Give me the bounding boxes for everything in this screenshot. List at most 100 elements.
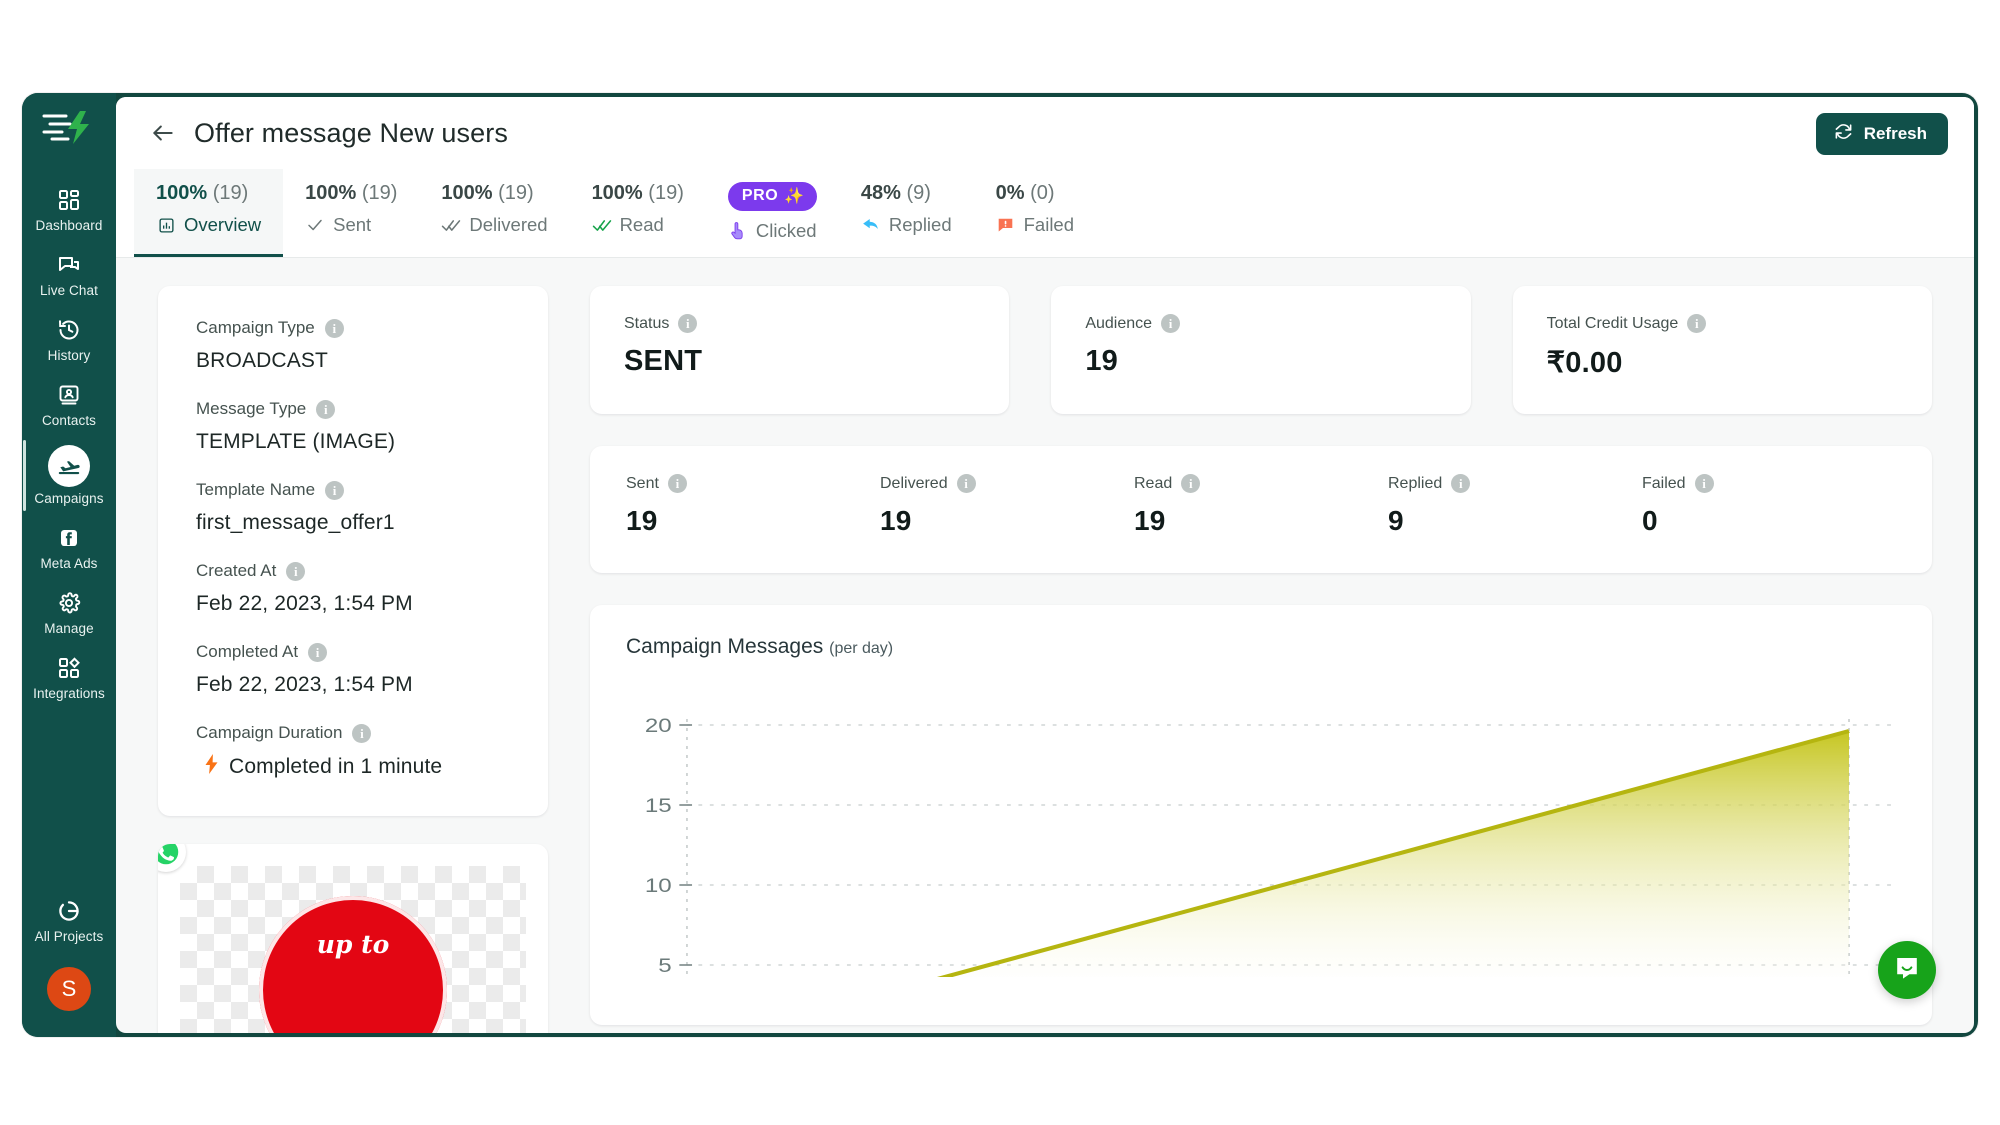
chat-bubbles-icon (55, 251, 83, 279)
stat-value: 19 (1085, 345, 1118, 377)
info-value: TEMPLATE (IMAGE) (196, 430, 396, 453)
tab-sent[interactable]: 100% (19) Sent (283, 169, 419, 257)
chat-launcher-button[interactable] (1878, 941, 1936, 999)
offer-upto-text: up to (316, 930, 390, 959)
sidebar-item-manage[interactable]: Manage (22, 580, 116, 645)
metric-label-text: Sent (626, 474, 659, 492)
right-column: Status i SENT Audience i 19 Total Credit… (590, 286, 1932, 1033)
history-clock-icon (55, 316, 83, 344)
gear-icon (55, 589, 83, 617)
tabbar: 100% (19) Overview 100% (19) Sent 100% (… (116, 169, 1974, 258)
metrics-card: Sent i 19 Delivered i 19 Read i 19 Repli… (590, 446, 1932, 573)
sidebar-item-all-projects[interactable]: All Projects (22, 888, 116, 953)
info-tooltip-icon[interactable]: i (352, 723, 372, 743)
tab-percent: 100% (156, 182, 208, 204)
lightning-bolt-icon (204, 754, 219, 780)
tab-metric: 0% (0) (996, 182, 1077, 205)
info-tooltip-icon[interactable]: i (1181, 474, 1201, 493)
stat-card-row: Status i SENT Audience i 19 Total Credit… (590, 286, 1932, 414)
intercom-chat-icon (1893, 954, 1921, 987)
sidebar-item-campaigns[interactable]: Campaigns (22, 436, 116, 515)
info-tooltip-icon[interactable]: i (1687, 314, 1707, 333)
info-value: Completed in 1 minute (229, 755, 443, 778)
page-title: Offer message New users (194, 117, 508, 148)
tab-clicked[interactable]: PRO ✨ Clicked (706, 169, 839, 257)
info-tooltip-icon[interactable]: i (325, 480, 345, 500)
info-tooltip-icon[interactable]: i (286, 561, 306, 581)
left-column: Campaign Type i BROADCAST Message Type i… (158, 286, 548, 1033)
sidebar-item-label: Dashboard (35, 218, 103, 233)
sidebar-item-dashboard[interactable]: Dashboard (22, 177, 116, 242)
info-tooltip-icon[interactable]: i (667, 474, 687, 493)
projects-ring-icon (55, 897, 83, 925)
arrow-left-icon[interactable] (148, 118, 178, 148)
info-label-text: Message Type (196, 399, 307, 418)
avatar[interactable]: S (47, 967, 91, 1011)
info-value: Feb 22, 2023, 1:54 PM (196, 592, 413, 615)
info-tooltip-icon[interactable]: i (308, 642, 328, 662)
sparkles-icon: ✨ (784, 188, 805, 205)
info-tooltip-icon[interactable]: i (324, 318, 344, 338)
tab-replied[interactable]: 48% (9) Replied (839, 169, 974, 257)
tab-percent: 100% (591, 182, 643, 204)
metric-read: Read i 19 (1134, 474, 1388, 537)
app-window: Dashboard Live Chat History Contacts Cam… (22, 93, 1978, 1037)
sidebar-item-label: All Projects (34, 929, 104, 945)
tab-count: (19) (648, 182, 684, 204)
info-row-message-type: Message Type i TEMPLATE (IMAGE) (196, 399, 510, 454)
tab-label: Overview (184, 214, 262, 235)
chart-plot-area: 20 15 10 5 (626, 717, 1896, 977)
page-header: Offer message New users Refresh (116, 97, 1974, 169)
stat-label-text: Total Credit Usage (1546, 314, 1679, 332)
chart-bar-icon (156, 217, 176, 234)
sidebar-item-live-chat[interactable]: Live Chat (22, 242, 116, 307)
tab-percent: 100% (305, 182, 357, 204)
y-tick-label: 10 (645, 875, 672, 897)
sidebar-item-history[interactable]: History (22, 307, 116, 372)
tab-failed[interactable]: 0% (0) Failed (974, 169, 1099, 257)
content-panel: Offer message New users Refresh 100% (19… (116, 97, 1974, 1033)
grid-icon (55, 186, 83, 214)
info-tooltip-icon[interactable]: i (1161, 314, 1181, 333)
sidebar-item-integrations[interactable]: Integrations (22, 645, 116, 710)
stat-label-text: Audience (1085, 314, 1153, 332)
stat-label: Status i (624, 314, 975, 333)
tab-label-row: Clicked (728, 220, 817, 242)
chart-title: Campaign Messages (per day) (626, 635, 1896, 659)
info-label: Campaign Type i (196, 318, 510, 338)
metric-label-text: Failed (1642, 474, 1686, 492)
tab-label: Failed (1023, 214, 1075, 235)
refresh-button[interactable]: Refresh (1815, 113, 1948, 155)
tab-label-row: Sent (305, 214, 397, 236)
metric-label-text: Read (1134, 474, 1173, 492)
info-tooltip-icon[interactable]: i (1694, 474, 1714, 493)
stat-value: ₹0.00 (1546, 347, 1623, 379)
tab-delivered[interactable]: 100% (19) Delivered (419, 169, 569, 257)
metric-label: Delivered i (880, 474, 1134, 493)
info-value: BROADCAST (196, 349, 329, 372)
sidebar-item-label: History (47, 347, 91, 363)
info-row-completed-at: Completed At i Feb 22, 2023, 1:54 PM (196, 642, 510, 697)
metric-label: Failed i (1642, 474, 1896, 493)
info-label: Created At i (196, 561, 510, 581)
info-label: Completed At i (196, 642, 510, 662)
info-tooltip-icon[interactable]: i (1451, 474, 1471, 493)
brand-logo[interactable] (39, 105, 99, 149)
info-label-text: Template Name (196, 480, 316, 499)
contact-card-icon (55, 381, 83, 409)
sidebar-item-label: Meta Ads (40, 556, 98, 572)
tab-read[interactable]: 100% (19) Read (570, 169, 706, 257)
plane-takeoff-icon (48, 445, 90, 488)
tab-label-row: Delivered (441, 214, 548, 236)
tab-percent: 48% (860, 182, 901, 204)
tab-count: (19) (212, 182, 249, 204)
sidebar-item-contacts[interactable]: Contacts (22, 372, 116, 437)
sidebar-item-meta-ads[interactable]: Meta Ads (22, 515, 116, 580)
info-label-text: Completed At (196, 642, 299, 661)
tab-overview[interactable]: 100% (19) Overview (134, 169, 284, 257)
info-tooltip-icon[interactable]: i (678, 314, 698, 333)
info-label: Message Type i (196, 399, 510, 419)
info-tooltip-icon[interactable]: i (956, 474, 976, 493)
info-value-row: Completed in 1 minute (196, 754, 510, 780)
info-tooltip-icon[interactable]: i (316, 399, 336, 419)
